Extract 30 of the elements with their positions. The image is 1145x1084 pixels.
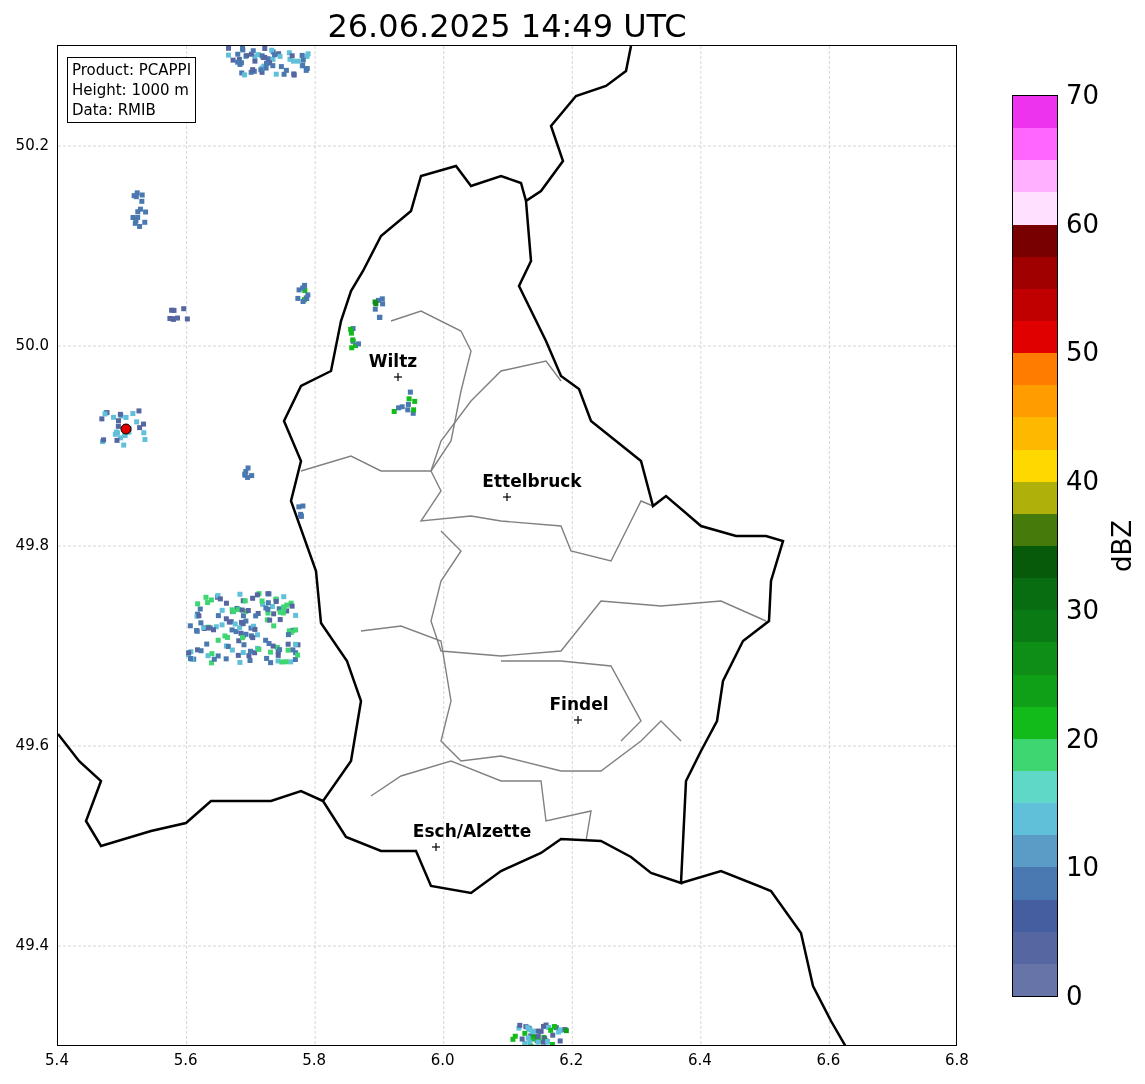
axis-tick-label: 5.4 (45, 1051, 69, 1069)
axis-tick-label: 5.6 (173, 1051, 198, 1069)
colorbar-tick-label: 30 (1066, 594, 1100, 625)
colorbar-tick-label: 40 (1066, 466, 1100, 497)
colorbar-label: dBZ (1107, 519, 1137, 573)
colorbar-tick-label: 20 (1066, 723, 1100, 754)
city-label: Findel (549, 694, 609, 714)
info-text: Product: PCAPPI (72, 60, 192, 80)
axis-tick-label: 6.8 (945, 1051, 969, 1069)
axis-tick-label: 49.6 (15, 736, 49, 754)
axis-tick-label: 5.8 (302, 1051, 327, 1069)
axis-tick-label: 49.4 (15, 936, 49, 954)
axis-tick-label: 6.2 (559, 1051, 584, 1069)
colorbar-tick-label: 70 (1066, 80, 1100, 110)
axis-tick-label: 49.8 (15, 536, 49, 554)
chart-title: 26.06.2025 14:49 UTC (327, 7, 687, 45)
city-label: Wiltz (368, 351, 418, 371)
axis-tick-label: 50.0 (15, 336, 49, 354)
colorbar-tick-label: 60 (1066, 208, 1100, 239)
colorbar-tick-label: 10 (1066, 852, 1100, 883)
axis-tick-label: 6.0 (430, 1051, 455, 1069)
colorbar-tick-label: 0 (1066, 981, 1083, 1011)
axis-tick-label: 50.2 (15, 136, 49, 154)
info-text: Height: 1000 m (72, 80, 190, 100)
colorbar-tick-label: 50 (1066, 337, 1100, 368)
axis-tick-label: 6.6 (816, 1051, 841, 1069)
city-label: Ettelbruck (482, 471, 582, 491)
info-text: Data: RMIB (72, 100, 157, 120)
city-label: Esch/Alzette (412, 821, 532, 841)
axis-tick-label: 6.4 (687, 1051, 712, 1069)
